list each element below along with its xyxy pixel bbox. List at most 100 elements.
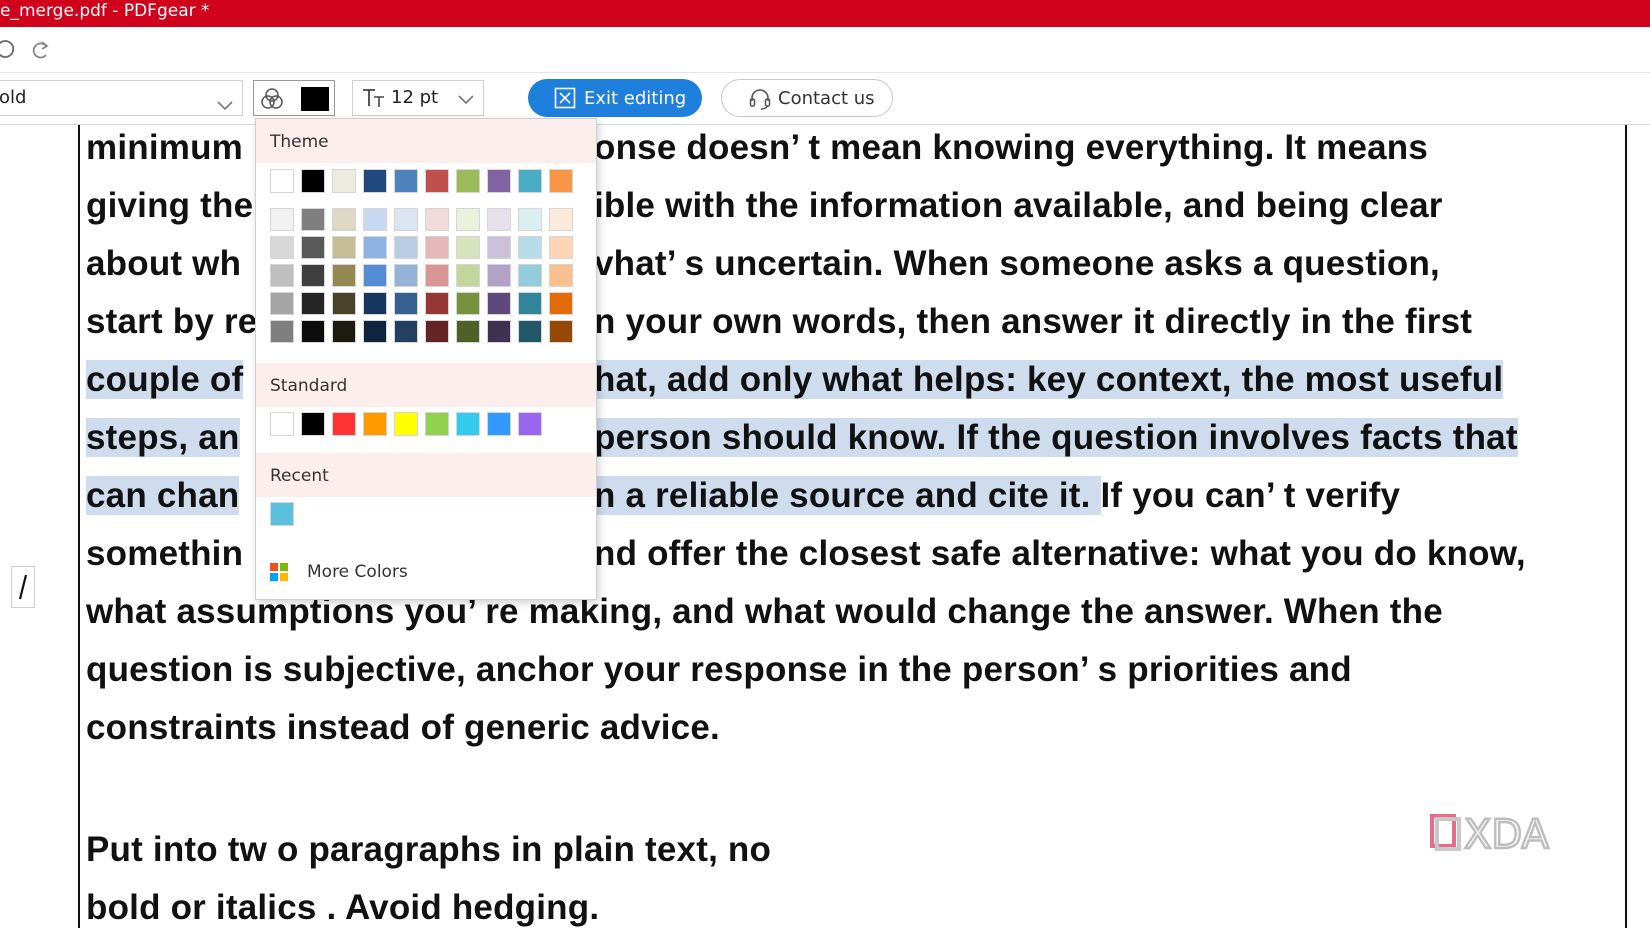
theme-color-swatch[interactable] [518,169,542,193]
text-cursor-icon[interactable] [11,566,35,608]
text-line-fragment[interactable]: n a reliable source and cite it. If you … [594,476,1400,516]
theme-tint-swatch[interactable] [301,236,325,259]
theme-tint-swatch[interactable] [487,236,511,259]
text-line[interactable]: about wh [86,244,241,284]
theme-tint-swatch[interactable] [487,292,511,315]
theme-tint-swatch[interactable] [394,264,418,287]
exit-editing-button[interactable]: Exit editing [528,79,702,117]
theme-tint-swatch[interactable] [487,208,511,231]
font-size-select[interactable]: 12 pt [352,80,484,116]
theme-tint-swatch[interactable] [301,208,325,231]
theme-tint-swatch[interactable] [425,208,449,231]
theme-tint-swatch[interactable] [518,208,542,231]
theme-color-swatch[interactable] [425,169,449,193]
theme-tint-swatch[interactable] [487,264,511,287]
text-line-fragment[interactable]: ible with the information available, and… [594,186,1443,226]
theme-tint-swatch[interactable] [363,264,387,287]
standard-color-swatch[interactable] [456,412,480,436]
theme-tint-swatch[interactable] [270,292,294,315]
text-line[interactable]: somethin [86,534,243,574]
text-line[interactable]: bold or italics . Avoid hedging. [86,888,599,928]
theme-tint-swatch[interactable] [363,292,387,315]
theme-tint-swatch[interactable] [456,320,480,343]
contact-us-button[interactable]: Contact us [721,79,893,117]
recent-color-swatch[interactable] [270,502,294,526]
standard-color-swatch[interactable] [270,412,294,436]
text-line-fragment[interactable]: nd offer the closest safe alternative: w… [594,534,1526,574]
theme-tint-swatch[interactable] [270,208,294,231]
text-line-fragment[interactable]: hat, add only what helps: key context, t… [594,360,1504,400]
standard-color-swatch[interactable] [487,412,511,436]
theme-tint-swatch[interactable] [456,236,480,259]
text-line[interactable]: start by re [86,302,257,342]
theme-tint-swatch[interactable] [301,292,325,315]
theme-tint-swatch[interactable] [518,292,542,315]
theme-tint-swatch[interactable] [518,320,542,343]
theme-color-swatch[interactable] [487,169,511,193]
theme-tint-swatch[interactable] [518,236,542,259]
text-color-button[interactable] [253,80,335,116]
theme-tint-swatch[interactable] [487,320,511,343]
theme-tint-swatch[interactable] [549,236,573,259]
standard-color-swatch[interactable] [394,412,418,436]
standard-color-swatch[interactable] [332,412,356,436]
text-line-fragment[interactable]: onse doesn’ t mean knowing everything. I… [594,128,1428,168]
redo-icon[interactable] [27,35,55,63]
theme-tint-swatch[interactable] [270,264,294,287]
theme-color-swatch[interactable] [394,169,418,193]
theme-tint-swatch[interactable] [270,236,294,259]
theme-color-swatch[interactable] [456,169,480,193]
theme-tint-swatch[interactable] [425,264,449,287]
text-line-selected[interactable]: couple of [86,360,244,400]
theme-tint-swatch[interactable] [394,292,418,315]
text-line[interactable]: minimum [86,128,243,168]
text-line[interactable]: constraints instead of generic advice. [86,708,720,748]
theme-tint-swatch[interactable] [394,208,418,231]
theme-tint-swatch[interactable] [270,320,294,343]
theme-color-swatch[interactable] [332,169,356,193]
theme-tint-swatch[interactable] [549,264,573,287]
theme-color-swatch[interactable] [363,169,387,193]
theme-tint-swatch[interactable] [456,208,480,231]
theme-tint-swatch[interactable] [425,236,449,259]
theme-tint-swatch[interactable] [549,208,573,231]
theme-tint-swatch[interactable] [425,292,449,315]
text-line[interactable]: Put into tw o paragraphs in plain text, … [86,830,771,870]
theme-tint-swatch[interactable] [332,320,356,343]
standard-color-swatch[interactable] [425,412,449,436]
theme-tint-swatch[interactable] [394,320,418,343]
text-line-fragment[interactable]: vhat’ s uncertain. When someone asks a q… [594,244,1440,284]
theme-tint-swatch[interactable] [301,264,325,287]
theme-tint-swatch[interactable] [332,236,356,259]
text-line-selected[interactable]: can chan [86,476,240,516]
undo-icon[interactable] [0,35,18,63]
theme-tint-swatch[interactable] [425,320,449,343]
more-colors-button[interactable]: More Colors [256,549,596,593]
theme-tint-swatch[interactable] [456,292,480,315]
text-line-fragment[interactable]: n your own words, then answer it directl… [594,302,1472,342]
theme-tint-swatch[interactable] [363,320,387,343]
theme-tint-swatch[interactable] [456,264,480,287]
standard-color-swatch[interactable] [518,412,542,436]
standard-color-swatch[interactable] [363,412,387,436]
text-line-selected[interactable]: steps, an [86,418,240,458]
theme-tint-swatch[interactable] [301,320,325,343]
theme-tint-swatch[interactable] [549,320,573,343]
theme-color-swatch[interactable] [270,169,294,193]
theme-tint-swatch[interactable] [518,264,542,287]
theme-tint-swatch[interactable] [332,264,356,287]
theme-tint-swatch[interactable] [332,292,356,315]
text-line[interactable]: question is subjective, anchor your resp… [86,650,1352,690]
theme-color-swatch[interactable] [549,169,573,193]
text-line[interactable]: giving the [86,186,253,226]
standard-color-swatch[interactable] [301,412,325,436]
theme-tint-swatch[interactable] [549,292,573,315]
theme-tint-swatch[interactable] [394,236,418,259]
theme-tint-swatch[interactable] [332,208,356,231]
window-title: e_merge.pdf - PDFgear * [0,1,210,21]
text-line-fragment[interactable]: person should know. If the question invo… [594,418,1518,458]
theme-color-swatch[interactable] [301,169,325,193]
font-family-select[interactable]: old [0,80,243,116]
theme-tint-swatch[interactable] [363,208,387,231]
theme-tint-swatch[interactable] [363,236,387,259]
